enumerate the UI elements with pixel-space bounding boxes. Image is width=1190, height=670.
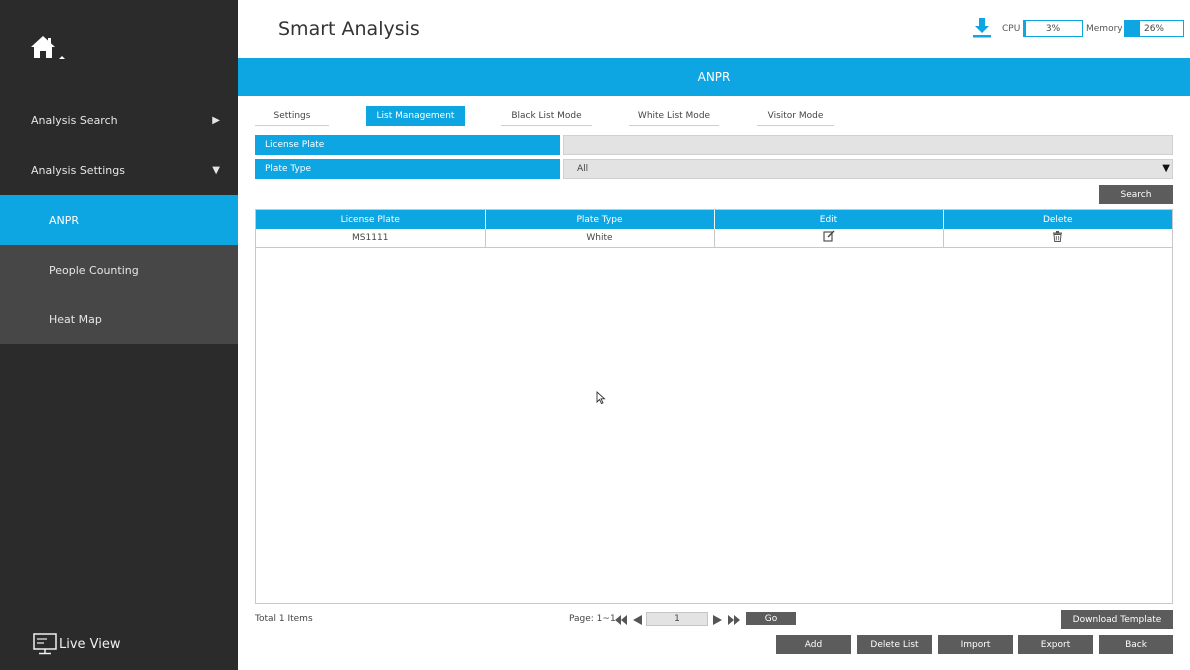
plate-list-table: License Plate Plate Type Edit Delete MS1… (255, 209, 1173, 604)
home-icon (31, 36, 65, 59)
tab-settings[interactable]: Settings (255, 106, 329, 126)
plate-type-select[interactable]: All ▼ (563, 159, 1173, 179)
chevron-down-icon: ▼ (212, 165, 220, 176)
sidebar-item-people-counting[interactable]: People Counting (0, 245, 238, 295)
back-button[interactable]: Back (1099, 635, 1173, 654)
sidebar-item-label: Analysis Settings (31, 164, 125, 177)
sidebar-item-analysis-settings[interactable]: Analysis Settings ▼ (0, 146, 238, 195)
sidebar-item-anpr[interactable]: ANPR (0, 195, 238, 245)
sidebar-item-label: Analysis Search (31, 114, 118, 127)
sidebar: Analysis Search ▶ Analysis Settings ▼ AN… (0, 0, 238, 670)
column-header-edit: Edit (714, 210, 944, 229)
column-header-delete: Delete (943, 210, 1172, 229)
page-number-input[interactable] (646, 612, 708, 626)
cpu-value: 3% (1045, 23, 1061, 34)
search-button[interactable]: Search (1099, 185, 1173, 204)
download-icon[interactable] (971, 17, 993, 39)
table-header: License Plate Plate Type Edit Delete (256, 210, 1172, 229)
delete-cell (943, 229, 1172, 248)
last-page-icon[interactable] (727, 612, 741, 626)
import-button[interactable]: Import (938, 635, 1013, 654)
page-label: Page: 1~1 (569, 614, 616, 624)
first-page-icon[interactable] (614, 612, 628, 626)
sidebar-item-label: Heat Map (49, 312, 102, 326)
sidebar-item-heat-map[interactable]: Heat Map (0, 294, 238, 344)
memory-meter: 26% (1124, 20, 1184, 37)
download-template-button[interactable]: Download Template (1061, 610, 1173, 629)
license-plate-cell: MS1111 (256, 229, 486, 248)
export-button[interactable]: Export (1018, 635, 1093, 654)
tab-white-list-mode[interactable]: White List Mode (629, 106, 719, 126)
plate-type-cell: White (485, 229, 715, 248)
tab-list-management[interactable]: List Management (366, 106, 465, 126)
add-button[interactable]: Add (776, 635, 851, 654)
license-plate-label: License Plate (255, 135, 560, 155)
plate-type-label: Plate Type (255, 159, 560, 179)
cpu-label: CPU (1002, 24, 1021, 34)
tab-black-list-mode[interactable]: Black List Mode (501, 106, 592, 126)
trash-icon[interactable] (1052, 230, 1063, 245)
tab-visitor-mode[interactable]: Visitor Mode (757, 106, 834, 126)
table-row[interactable]: MS1111 White (256, 229, 1172, 248)
home-button[interactable] (30, 34, 72, 64)
sidebar-item-analysis-search[interactable]: Analysis Search ▶ (0, 96, 238, 145)
page-title: Smart Analysis (278, 18, 420, 40)
section-banner: ANPR (238, 58, 1190, 96)
caret-down-icon: ▼ (1162, 163, 1170, 174)
total-items-label: Total 1 Items (255, 614, 313, 624)
column-header-license-plate[interactable]: License Plate (256, 210, 486, 229)
cpu-meter: 3% (1023, 20, 1083, 37)
next-page-icon[interactable] (711, 612, 725, 626)
mouse-cursor-icon (596, 390, 608, 409)
sidebar-item-label: People Counting (49, 263, 139, 277)
delete-list-button[interactable]: Delete List (857, 635, 932, 654)
chevron-right-icon: ▶ (212, 115, 220, 126)
live-view-label: Live View (59, 636, 121, 652)
memory-label: Memory (1086, 24, 1123, 34)
edit-cell (714, 229, 944, 248)
memory-value: 26% (1143, 23, 1164, 34)
go-button[interactable]: Go (746, 612, 796, 625)
live-view-button[interactable]: Live View (33, 633, 121, 655)
edit-icon[interactable] (822, 230, 835, 245)
license-plate-input[interactable] (563, 135, 1173, 155)
sidebar-item-label: ANPR (49, 213, 80, 227)
prev-page-icon[interactable] (630, 612, 644, 626)
column-header-plate-type[interactable]: Plate Type (485, 210, 715, 229)
plate-type-value: All (577, 164, 589, 174)
monitor-icon (33, 633, 57, 655)
